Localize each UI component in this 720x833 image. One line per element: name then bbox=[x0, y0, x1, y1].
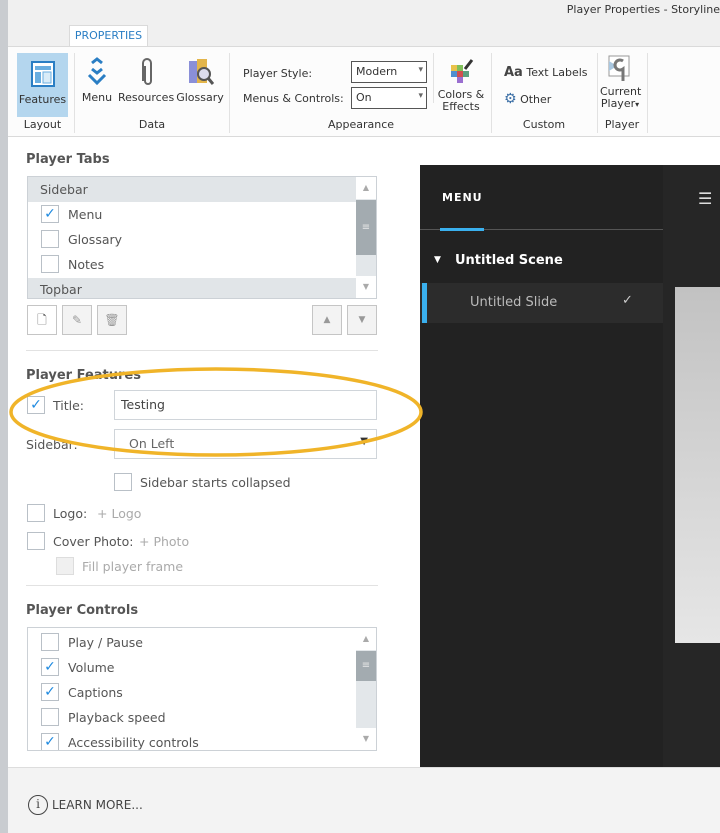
arrow-up-icon: ▲ bbox=[323, 315, 331, 325]
control-volume: Volume bbox=[68, 660, 115, 675]
edit-tab-button[interactable]: ✎ bbox=[62, 305, 92, 335]
cover-photo-label: Cover Photo: bbox=[53, 534, 134, 549]
play-pause-checkbox[interactable] bbox=[41, 633, 59, 651]
player-tabs-heading: Player Tabs bbox=[26, 152, 110, 167]
preview-menu-tab[interactable]: MENU bbox=[442, 191, 483, 204]
ribbon: Features Layout Menu Resources Glossary … bbox=[8, 46, 720, 137]
player-style-select[interactable]: Modern bbox=[351, 61, 427, 83]
sidebar-collapsed-checkbox[interactable] bbox=[114, 473, 132, 491]
group-topbar: Topbar bbox=[40, 282, 82, 297]
layout-group-label: Layout bbox=[23, 118, 62, 131]
notes-checkbox[interactable] bbox=[41, 255, 59, 273]
features-button[interactable]: Features bbox=[17, 53, 68, 117]
player-controls-heading: Player Controls bbox=[26, 603, 139, 618]
glossary-book-icon bbox=[189, 59, 214, 85]
preview-scene[interactable]: Untitled Scene bbox=[455, 253, 563, 268]
accessibility-checkbox[interactable]: ✓ bbox=[41, 733, 59, 750]
resources-button[interactable]: Resources bbox=[118, 57, 174, 104]
preview-slide-row[interactable]: Untitled Slide ✓ bbox=[420, 283, 663, 323]
data-group-label: Data bbox=[138, 118, 166, 131]
player-group-label: Player bbox=[604, 118, 640, 131]
menus-controls-select[interactable]: On bbox=[351, 87, 427, 109]
playback-speed-checkbox[interactable] bbox=[41, 708, 59, 726]
colors-effects-button[interactable]: Colors & Effects bbox=[436, 57, 486, 113]
tab-item-menu: Menu bbox=[68, 207, 103, 222]
features-label: Features bbox=[18, 93, 67, 106]
player-controls-scrollbar[interactable]: ▲ ≡ ▼ bbox=[356, 628, 376, 750]
tab-item-glossary: Glossary bbox=[68, 232, 123, 247]
text-labels-button[interactable]: Aa Text Labels bbox=[504, 65, 588, 80]
move-up-button[interactable]: ▲ bbox=[312, 305, 342, 335]
footer: i LEARN MORE... bbox=[8, 767, 720, 833]
player-preview: MENU ☰ ▼ Untitled Scene Untitled Slide ✓ bbox=[420, 165, 720, 767]
other-label: Other bbox=[520, 93, 552, 106]
fill-frame-checkbox[interactable] bbox=[56, 557, 74, 575]
text-labels-icon: Aa bbox=[504, 65, 523, 80]
cover-photo-checkbox[interactable] bbox=[27, 532, 45, 550]
glossary-checkbox[interactable] bbox=[41, 230, 59, 248]
current-player-button[interactable]: Current Player▾ bbox=[600, 53, 641, 111]
viewed-check-icon: ✓ bbox=[622, 293, 633, 308]
delete-tab-button[interactable]: 🗑 bbox=[97, 305, 127, 335]
layout-icon bbox=[30, 61, 55, 87]
group-sidebar: Sidebar bbox=[40, 182, 88, 197]
move-down-button[interactable]: ▼ bbox=[347, 305, 377, 335]
color-palette-icon bbox=[451, 59, 474, 83]
arrow-down-icon: ▼ bbox=[358, 315, 366, 325]
slide-canvas bbox=[675, 287, 720, 643]
menu-label: Menu bbox=[81, 91, 113, 104]
player-tabs-scrollbar[interactable]: ▲ ≡ ▼ bbox=[356, 177, 376, 298]
colors-effects-label: Colors & Effects bbox=[437, 88, 485, 113]
menu-button[interactable]: Menu bbox=[80, 57, 114, 104]
fill-frame-label: Fill player frame bbox=[82, 559, 184, 574]
learn-more-link[interactable]: LEARN MORE... bbox=[52, 798, 143, 812]
edit-icon: ✎ bbox=[71, 313, 83, 327]
logo-label: Logo: bbox=[53, 506, 88, 521]
player-style-label: Player Style: bbox=[243, 67, 313, 80]
tab-properties[interactable]: PROPERTIES bbox=[69, 25, 148, 47]
trash-icon: 🗑 bbox=[104, 313, 120, 327]
sidebar-collapsed-label: Sidebar starts collapsed bbox=[140, 475, 291, 490]
resources-label: Resources bbox=[118, 91, 175, 104]
appearance-group-label: Appearance bbox=[327, 118, 395, 131]
volume-checkbox[interactable]: ✓ bbox=[41, 658, 59, 676]
player-controls-list: Play / Pause ✓ Volume ✓ Captions Playbac… bbox=[27, 627, 377, 751]
new-tab-button[interactable]: 🗋 bbox=[27, 305, 57, 335]
other-button[interactable]: ⚙ Other bbox=[504, 91, 551, 107]
player-tabs-list: Sidebar ✓ Menu Glossary Notes Topbar ▲ ≡ ▼ bbox=[27, 176, 377, 299]
menu-arrows-icon bbox=[87, 57, 107, 86]
preview-slide: Untitled Slide bbox=[470, 295, 558, 310]
new-page-icon: 🗋 bbox=[37, 313, 47, 327]
text-labels-label: Text Labels bbox=[526, 66, 588, 79]
captions-checkbox[interactable]: ✓ bbox=[41, 683, 59, 701]
menu-checkbox[interactable]: ✓ bbox=[41, 205, 59, 223]
logo-checkbox[interactable] bbox=[27, 504, 45, 522]
glossary-button[interactable]: Glossary bbox=[176, 57, 224, 104]
add-logo-link[interactable]: + Logo bbox=[97, 506, 141, 521]
menus-controls-label: Menus & Controls: bbox=[243, 92, 344, 105]
gear-icon: ⚙ bbox=[504, 91, 517, 107]
player-wrench-icon bbox=[608, 55, 630, 81]
highlight-ellipse bbox=[9, 367, 423, 457]
control-accessibility: Accessibility controls bbox=[68, 735, 199, 750]
add-photo-link[interactable]: + Photo bbox=[139, 534, 189, 549]
tab-item-notes: Notes bbox=[68, 257, 105, 272]
hamburger-icon[interactable]: ☰ bbox=[698, 189, 712, 208]
custom-group-label: Custom bbox=[522, 118, 566, 131]
glossary-label: Glossary bbox=[176, 91, 224, 104]
window-title: Player Properties - Storyline bbox=[566, 3, 720, 16]
info-icon: i bbox=[28, 795, 48, 815]
control-captions: Captions bbox=[68, 685, 123, 700]
control-playback-speed: Playback speed bbox=[68, 710, 166, 725]
paperclip-icon bbox=[142, 58, 152, 85]
collapse-triangle-icon[interactable]: ▼ bbox=[434, 255, 441, 265]
control-play-pause: Play / Pause bbox=[68, 635, 143, 650]
